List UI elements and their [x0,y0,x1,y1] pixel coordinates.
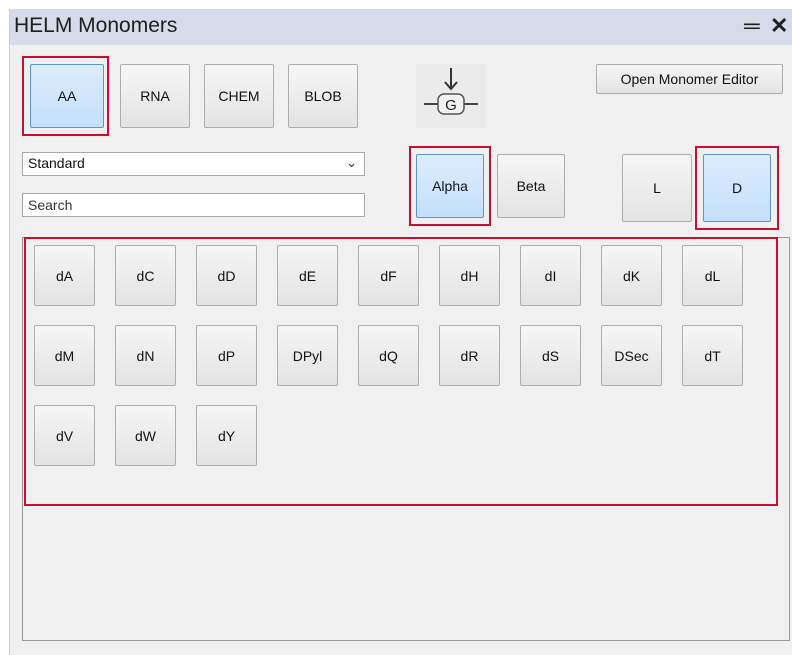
chevron-down-icon: ⌄ [346,155,357,170]
monomer-button[interactable]: dF [358,245,419,306]
monomer-button[interactable]: dM [34,325,95,386]
monomer-label: dR [460,347,479,364]
monomer-button[interactable]: dV [34,405,95,466]
monomer-button[interactable]: dD [196,245,257,306]
monomer-button[interactable]: dK [601,245,662,306]
monomer-label: dH [460,267,479,284]
monomer-label: dI [544,267,557,284]
aa-button-label: AA [57,88,77,104]
monomer-button[interactable]: dE [277,245,338,306]
monomer-button[interactable]: dL [682,245,743,306]
rna-button-label: RNA [140,88,170,104]
open-monomer-editor-label: Open Monomer Editor [620,71,759,87]
monomer-button[interactable]: DPyl [277,325,338,386]
monomer-button[interactable]: dW [115,405,176,466]
window-title: HELM Monomers [14,14,178,37]
monomer-label: dY [217,427,236,444]
monomer-label: dV [55,427,74,444]
g-icon[interactable]: G [416,64,486,128]
beta-button[interactable]: Beta [497,154,565,218]
monomer-button[interactable]: dI [520,245,581,306]
monomer-label: dD [217,267,236,284]
l-button-label: L [653,180,661,196]
blob-button[interactable]: BLOB [288,64,358,128]
alpha-button-label: Alpha [432,178,468,194]
aa-button[interactable]: AA [30,64,104,128]
monomer-set-select[interactable]: Standard ⌄ [22,152,365,176]
rna-button[interactable]: RNA [120,64,190,128]
l-button[interactable]: L [622,154,692,222]
beta-button-label: Beta [516,178,546,194]
monomer-label: dC [136,267,155,284]
monomer-label: dW [135,427,156,444]
monomer-label: dL [704,267,721,284]
monomer-set-value: Standard [28,155,85,171]
monomer-button[interactable]: dH [439,245,500,306]
chem-button-label: CHEM [218,88,260,104]
monomer-button[interactable]: dA [34,245,95,306]
monomer-grid: dA dC dD dE dF dH dI dK dL dM dN dP DPyl… [34,245,774,466]
monomer-button[interactable]: dR [439,325,500,386]
minimize-icon[interactable]: ═ [744,13,760,39]
alpha-button[interactable]: Alpha [416,154,484,218]
d-button[interactable]: D [703,154,771,222]
monomer-label: dN [136,347,155,364]
monomer-button[interactable]: dY [196,405,257,466]
monomer-label: dP [217,347,236,364]
monomer-label: dT [704,347,721,364]
monomer-label: dE [298,267,317,284]
monomer-label: dS [541,347,560,364]
open-monomer-editor-button[interactable]: Open Monomer Editor [596,64,783,94]
monomer-label: dK [622,267,641,284]
monomer-label: dM [54,347,75,364]
monomer-label: DSec [614,347,649,364]
title-bar: HELM Monomers ═ ✕ [10,9,792,45]
monomer-button[interactable]: dT [682,325,743,386]
monomer-label: DPyl [292,347,323,364]
monomer-label: dA [55,267,74,284]
blob-button-label: BLOB [304,88,342,104]
monomer-button[interactable]: dS [520,325,581,386]
chem-button[interactable]: CHEM [204,64,274,128]
monomer-button[interactable]: dN [115,325,176,386]
close-icon[interactable]: ✕ [770,13,788,39]
monomer-label: dQ [379,347,398,364]
monomer-label: dF [380,267,397,284]
svg-text:G: G [445,97,457,114]
d-button-label: D [731,180,743,196]
search-input[interactable] [22,193,365,217]
monomer-button[interactable]: dQ [358,325,419,386]
monomer-button[interactable]: DSec [601,325,662,386]
monomer-button[interactable]: dP [196,325,257,386]
monomer-button[interactable]: dC [115,245,176,306]
